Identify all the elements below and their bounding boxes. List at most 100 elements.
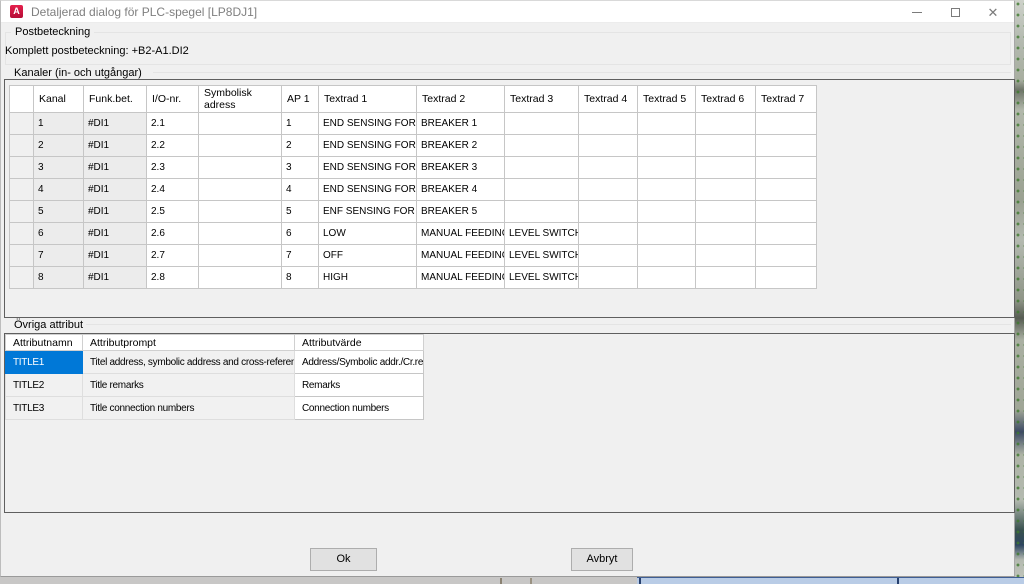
grid-cell-t7[interactable] [756, 223, 817, 245]
grid-cell-ap[interactable]: 8 [282, 267, 319, 289]
grid-cell-t7[interactable] [756, 267, 817, 289]
ok-button[interactable]: Ok [310, 548, 377, 571]
grid-cell-t3[interactable] [505, 179, 579, 201]
grid-cell-funk[interactable]: #DI1 [84, 113, 147, 135]
grid-cell-t2[interactable]: BREAKER 5 [417, 201, 505, 223]
grid-cell-sym[interactable] [199, 135, 282, 157]
row-selector[interactable] [10, 113, 34, 135]
row-selector[interactable] [10, 267, 34, 289]
attr-name-cell[interactable]: TITLE2 [6, 374, 83, 397]
grid-cell-t6[interactable] [696, 245, 756, 267]
grid-cell-t1[interactable]: END SENSING FOR [319, 135, 417, 157]
grid-cell-t6[interactable] [696, 135, 756, 157]
grid-cell-t7[interactable] [756, 201, 817, 223]
grid-cell-t3[interactable] [505, 201, 579, 223]
grid-cell-t4[interactable] [579, 135, 638, 157]
grid-cell-io[interactable]: 2.6 [147, 223, 199, 245]
grid-cell-io[interactable]: 2.1 [147, 113, 199, 135]
grid-cell-t5[interactable] [638, 135, 696, 157]
grid-cell-t5[interactable] [638, 245, 696, 267]
grid-cell-t4[interactable] [579, 201, 638, 223]
grid-cell-t1[interactable]: LOW [319, 223, 417, 245]
attr-prompt-cell[interactable]: Title remarks [83, 374, 295, 397]
grid-cell-kanal[interactable]: 4 [34, 179, 84, 201]
grid-cell-funk[interactable]: #DI1 [84, 157, 147, 179]
grid-cell-io[interactable]: 2.4 [147, 179, 199, 201]
grid-cell-ap[interactable]: 7 [282, 245, 319, 267]
attr-prompt-cell[interactable]: Title connection numbers [83, 397, 295, 420]
row-selector[interactable] [10, 201, 34, 223]
grid-cell-sym[interactable] [199, 267, 282, 289]
grid-cell-t2[interactable]: BREAKER 4 [417, 179, 505, 201]
grid-cell-t1[interactable]: ENF SENSING FOR [319, 201, 417, 223]
grid-cell-ap[interactable]: 1 [282, 113, 319, 135]
grid-cell-t6[interactable] [696, 113, 756, 135]
grid-cell-t2[interactable]: BREAKER 1 [417, 113, 505, 135]
grid-cell-funk[interactable]: #DI1 [84, 135, 147, 157]
grid-cell-t7[interactable] [756, 157, 817, 179]
grid-cell-t2[interactable]: MANUAL FEEDING [417, 267, 505, 289]
minimize-button[interactable] [898, 1, 936, 23]
grid-cell-sym[interactable] [199, 245, 282, 267]
grid-cell-t6[interactable] [696, 157, 756, 179]
grid-cell-io[interactable]: 2.7 [147, 245, 199, 267]
row-selector[interactable] [10, 223, 34, 245]
grid-cell-t2[interactable]: MANUAL FEEDING [417, 245, 505, 267]
attr-value-cell[interactable]: Remarks [295, 374, 424, 397]
grid-cell-ap[interactable]: 5 [282, 201, 319, 223]
grid-cell-funk[interactable]: #DI1 [84, 201, 147, 223]
grid-cell-t4[interactable] [579, 267, 638, 289]
grid-cell-t5[interactable] [638, 179, 696, 201]
grid-cell-t3[interactable]: LEVEL SWITCH [505, 267, 579, 289]
grid-cell-sym[interactable] [199, 201, 282, 223]
grid-cell-sym[interactable] [199, 157, 282, 179]
grid-cell-t4[interactable] [579, 157, 638, 179]
grid-cell-funk[interactable]: #DI1 [84, 179, 147, 201]
grid-cell-io[interactable]: 2.3 [147, 157, 199, 179]
grid-cell-t5[interactable] [638, 157, 696, 179]
attr-name-cell[interactable]: TITLE3 [6, 397, 83, 420]
attr-prompt-cell[interactable]: Titel address, symbolic address and cros… [83, 351, 295, 374]
grid-cell-t7[interactable] [756, 113, 817, 135]
grid-cell-t6[interactable] [696, 201, 756, 223]
grid-cell-kanal[interactable]: 6 [34, 223, 84, 245]
grid-cell-t1[interactable]: END SENSING FOR [319, 113, 417, 135]
grid-cell-funk[interactable]: #DI1 [84, 223, 147, 245]
grid-cell-t3[interactable]: LEVEL SWITCH [505, 245, 579, 267]
grid-cell-io[interactable]: 2.2 [147, 135, 199, 157]
grid-cell-sym[interactable] [199, 179, 282, 201]
grid-cell-sym[interactable] [199, 223, 282, 245]
grid-cell-t4[interactable] [579, 113, 638, 135]
grid-cell-t5[interactable] [638, 113, 696, 135]
grid-cell-ap[interactable]: 4 [282, 179, 319, 201]
row-selector[interactable] [10, 135, 34, 157]
grid-cell-io[interactable]: 2.8 [147, 267, 199, 289]
grid-cell-t4[interactable] [579, 223, 638, 245]
grid-cell-ap[interactable]: 2 [282, 135, 319, 157]
grid-cell-t2[interactable]: MANUAL FEEDING [417, 223, 505, 245]
grid-cell-t3[interactable] [505, 135, 579, 157]
grid-cell-t7[interactable] [756, 135, 817, 157]
close-button[interactable]: ✕ [974, 1, 1012, 23]
grid-cell-funk[interactable]: #DI1 [84, 245, 147, 267]
grid-cell-io[interactable]: 2.5 [147, 201, 199, 223]
grid-cell-t1[interactable]: END SENSING FOR [319, 179, 417, 201]
grid-cell-t6[interactable] [696, 267, 756, 289]
grid-cell-t3[interactable] [505, 113, 579, 135]
grid-cell-t6[interactable] [696, 223, 756, 245]
grid-cell-kanal[interactable]: 8 [34, 267, 84, 289]
grid-cell-t3[interactable] [505, 157, 579, 179]
grid-cell-sym[interactable] [199, 113, 282, 135]
grid-cell-funk[interactable]: #DI1 [84, 267, 147, 289]
row-selector[interactable] [10, 245, 34, 267]
cancel-button[interactable]: Avbryt [571, 548, 633, 571]
grid-cell-t7[interactable] [756, 179, 817, 201]
row-selector[interactable] [10, 157, 34, 179]
grid-cell-t1[interactable]: OFF [319, 245, 417, 267]
maximize-button[interactable] [936, 1, 974, 23]
grid-cell-kanal[interactable]: 5 [34, 201, 84, 223]
grid-cell-t2[interactable]: BREAKER 3 [417, 157, 505, 179]
grid-cell-t4[interactable] [579, 245, 638, 267]
grid-cell-t5[interactable] [638, 201, 696, 223]
grid-cell-t2[interactable]: BREAKER 2 [417, 135, 505, 157]
